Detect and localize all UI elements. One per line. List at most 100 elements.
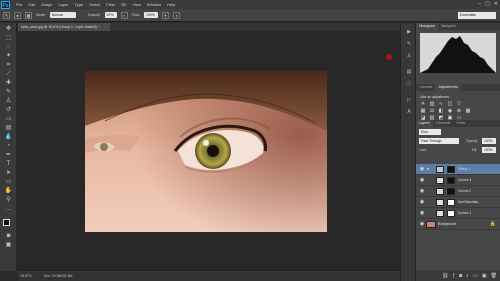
healing-tool-icon[interactable]: ✚ [4, 80, 13, 87]
tab-channels[interactable]: Channels [433, 120, 454, 127]
zoom-tool-icon[interactable]: ⚲ [4, 197, 13, 204]
eye-icon[interactable]: ◉ [419, 210, 425, 216]
tab-layers[interactable]: Layers [416, 120, 433, 127]
menu-image[interactable]: Image [38, 2, 55, 7]
brush-panel-icon[interactable]: ✎ [405, 41, 413, 48]
new-group-icon[interactable]: ▭ [473, 273, 478, 279]
layer-row-hue-saturation[interactable]: ◉ Hue/Saturatio... [416, 197, 500, 208]
hue-saturation-icon[interactable]: ▦ [420, 108, 426, 114]
info-panel-icon[interactable]: ⓘ [405, 81, 413, 88]
channel-mixer-icon[interactable]: ⊕ [456, 108, 462, 114]
eye-icon[interactable]: ◉ [419, 177, 425, 183]
lasso-tool-icon[interactable]: ◌ [4, 44, 13, 51]
menu-3d[interactable]: 3D [118, 2, 129, 7]
quick-select-tool-icon[interactable]: ✦ [4, 53, 13, 60]
actions-panel-icon[interactable]: ▷ [405, 97, 413, 104]
pressure-size-icon[interactable]: ◑ [172, 11, 180, 19]
tab-navigator[interactable]: Navigator [438, 23, 459, 30]
canvas-area[interactable] [18, 31, 400, 270]
foreground-color-swatch[interactable] [3, 219, 10, 226]
menu-edit[interactable]: Edit [25, 2, 38, 7]
flow-input[interactable]: 100% [143, 12, 158, 18]
opacity-input[interactable]: 67% [104, 12, 117, 18]
menu-filter[interactable]: Filter [103, 2, 118, 7]
trash-icon[interactable]: 🗑 [491, 273, 497, 279]
marquee-tool-icon[interactable]: ⬚ [4, 35, 13, 42]
menu-window[interactable]: Window [144, 2, 164, 7]
layer-mask-thumbnail[interactable] [447, 166, 455, 173]
mode-select[interactable]: Normal [49, 12, 76, 18]
history-brush-tool-icon[interactable]: ↺ [4, 107, 13, 114]
fill-input[interactable]: 100% [482, 147, 496, 153]
layer-name[interactable]: Curves 1 [458, 208, 471, 219]
link-icon[interactable]: ⛓ [442, 273, 448, 279]
gradient-tool-icon[interactable]: ▤ [4, 125, 13, 132]
eye-icon[interactable]: ◉ [419, 188, 425, 194]
character-panel-icon[interactable]: A [405, 109, 413, 116]
color-balance-icon[interactable]: ⚖ [429, 108, 435, 114]
layer-mask-thumbnail[interactable] [447, 177, 455, 184]
pressure-opacity-icon[interactable]: ◐ [120, 11, 128, 19]
menu-view[interactable]: View [129, 2, 144, 7]
menu-select[interactable]: Select [86, 2, 103, 7]
menu-type[interactable]: Type [72, 2, 87, 7]
menu-file[interactable]: File [13, 2, 25, 7]
eye-icon[interactable]: ◉ [419, 199, 425, 205]
layer-row-curves-3[interactable]: ◉ Curves 3 [416, 175, 500, 186]
eye-icon[interactable]: ◉ [419, 221, 425, 227]
properties-panel-icon[interactable]: ▤ [405, 69, 413, 76]
layer-opacity-input[interactable]: 100% [482, 138, 496, 144]
history-panel-icon[interactable]: ▶ [405, 29, 413, 36]
eye-photo[interactable] [85, 71, 327, 232]
layer-name[interactable]: Background [438, 219, 456, 230]
curves-icon[interactable]: ∿ [438, 101, 444, 107]
brush-tool-icon[interactable]: ✎ [3, 11, 10, 19]
crop-tool-icon[interactable]: ⌗ [4, 62, 13, 69]
blur-tool-icon[interactable]: 💧 [4, 134, 13, 141]
layer-row-background[interactable]: ◉ Background 🔒 [416, 219, 500, 230]
airbrush-icon[interactable]: ✈ [161, 11, 169, 19]
brush-panel-icon[interactable]: ▦ [25, 11, 32, 19]
minimize-icon[interactable]: – [478, 1, 481, 7]
screen-mode-icon[interactable]: ▣ [4, 242, 13, 249]
document-tab[interactable]: eyes_start.jpg @ 16.6% (Group 1, Layer M… [18, 23, 110, 31]
pen-tool-icon[interactable]: ✒ [4, 152, 13, 159]
eye-icon[interactable]: ◉ [419, 166, 425, 172]
menu-layer[interactable]: Layer [55, 2, 71, 7]
more-tools-icon[interactable]: … [4, 206, 13, 213]
layer-row-curves-2[interactable]: ◉ Curves 2 [416, 186, 500, 197]
brightness-icon[interactable]: ☀ [420, 101, 426, 107]
eraser-tool-icon[interactable]: ▭ [4, 116, 13, 123]
document-size[interactable]: Doc: 31.8M/31.8M [44, 274, 73, 278]
layer-row-curves-1[interactable]: ◉ Curves 1 [416, 208, 500, 219]
dodge-tool-icon[interactable]: ◔ [4, 143, 13, 150]
layer-name[interactable]: Group 1 [458, 164, 470, 175]
menu-help[interactable]: Help [164, 2, 178, 7]
layer-mask-thumbnail[interactable] [447, 199, 455, 206]
clone-stamp-tool-icon[interactable]: ♙ [4, 98, 13, 105]
color-lookup-icon[interactable]: ▩ [465, 108, 471, 114]
eyedropper-tool-icon[interactable]: ⟋ [4, 71, 13, 78]
tab-adjustments[interactable]: Adjustments [435, 84, 461, 91]
type-tool-icon[interactable]: T [4, 161, 13, 168]
layer-mask-thumbnail[interactable] [447, 188, 455, 195]
move-tool-icon[interactable]: ✥ [4, 26, 13, 33]
layer-kind-filter[interactable]: Kind [419, 129, 441, 135]
tab-paths[interactable]: Paths [453, 120, 468, 127]
layer-name[interactable]: Curves 2 [458, 186, 471, 197]
quick-mask-icon[interactable]: ◙ [4, 233, 13, 240]
tab-libraries[interactable]: Libraries [416, 84, 435, 91]
layer-name[interactable]: Curves 3 [458, 175, 471, 186]
adjustment-layer-icon[interactable]: ◐ [466, 273, 469, 279]
exposure-icon[interactable]: ◫ [447, 101, 453, 107]
zoom-level[interactable]: 16.67% [20, 274, 32, 278]
photo-filter-icon[interactable]: ◉ [447, 108, 453, 114]
levels-icon[interactable]: ▥ [429, 101, 435, 107]
layer-row-group-1[interactable]: ◉ ▸ Group 1 [416, 164, 500, 175]
new-layer-icon[interactable]: ▣ [482, 273, 487, 279]
hand-tool-icon[interactable]: ✋ [4, 188, 13, 195]
maximize-icon[interactable]: ▢ [485, 1, 490, 7]
tab-histogram[interactable]: Histogram [416, 23, 438, 30]
brush-preset-icon[interactable]: ● [14, 11, 21, 19]
workspace-select[interactable]: Essentials [458, 12, 496, 19]
